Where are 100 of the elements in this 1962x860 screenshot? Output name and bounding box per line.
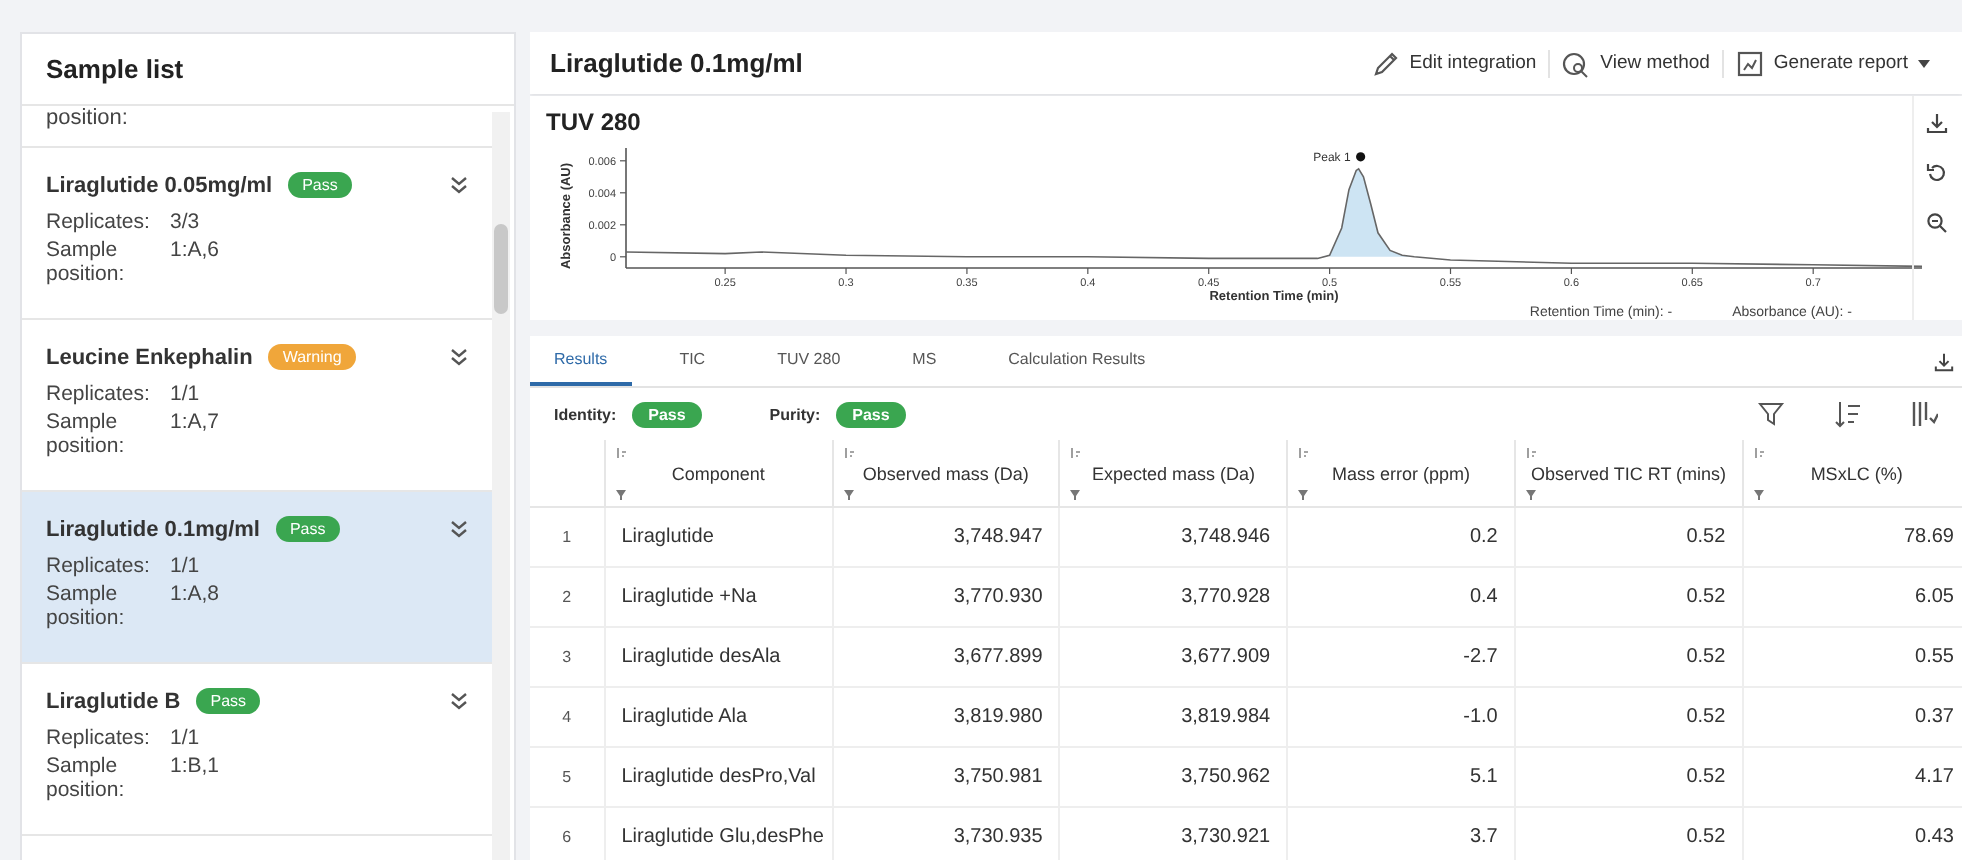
table-cell: 3,748.946	[1181, 526, 1271, 548]
table-cell: Liraglutide desAla	[621, 646, 781, 668]
chart-title: TUV 280	[546, 108, 643, 136]
filter-icon[interactable]	[615, 490, 626, 500]
double-chevron-icon[interactable]	[450, 176, 468, 194]
table-cell: Liraglutide Ala	[621, 706, 748, 728]
sample-title: Liraglutide 0.1mg/ml	[550, 48, 805, 78]
table-cell: 3,677.909	[1181, 646, 1271, 668]
double-chevron-icon[interactable]	[450, 348, 468, 366]
table-cell: -2.7	[1463, 646, 1498, 668]
table-cell: 3,750.962	[1181, 766, 1271, 788]
report-icon	[1735, 49, 1764, 77]
table-cell: 0.37	[1915, 706, 1954, 728]
field-label: Sample position:	[46, 410, 127, 458]
field-value: 1:A,6	[170, 238, 222, 266]
table-cell: 0.52	[1686, 526, 1726, 548]
table-cell: -1.0	[1463, 706, 1498, 728]
column-header[interactable]: MSxLC (%)	[1810, 463, 1903, 483]
status-badge: Pass	[196, 688, 261, 714]
row-number: 5	[562, 768, 572, 786]
status-badge: Warning	[268, 344, 356, 370]
sample-name: Leucine Enkephalin	[46, 345, 253, 369]
field-value: 1:A,8	[170, 582, 222, 610]
table-cell: Liraglutide +Na	[621, 586, 757, 608]
column-header[interactable]: Observed mass (Da)	[862, 463, 1029, 483]
sample-card[interactable]: Liraglutide 0.1mg/ml Pass Replicates: 1/1 Sample position: 1:A,8	[22, 492, 492, 664]
field-value: 1/1	[170, 554, 202, 578]
field-value: 1/1	[170, 382, 202, 406]
table-cell: Liraglutide	[621, 526, 714, 548]
tab[interactable]: TIC	[655, 336, 730, 386]
filter-icon[interactable]	[1298, 490, 1309, 500]
field-label: Replicates:	[46, 554, 146, 578]
panel-title: Sample list	[22, 34, 514, 106]
download-icon[interactable]	[1934, 351, 1954, 371]
field-value: 1:B,1	[170, 754, 222, 782]
sample-name: Liraglutide 0.1mg/ml	[46, 517, 260, 541]
status-badge: Pass	[836, 401, 906, 427]
table-cell: 78.69	[1903, 526, 1954, 548]
table-cell: 3,750.981	[953, 766, 1043, 788]
field-label: position:	[46, 106, 128, 130]
column-header[interactable]: Observed TIC RT (mins)	[1531, 463, 1727, 483]
table-cell: 0.55	[1915, 646, 1954, 668]
table-cell: 0.52	[1686, 646, 1726, 668]
column-header[interactable]: Mass error (ppm)	[1331, 463, 1470, 483]
row-number: 3	[562, 648, 572, 666]
tab[interactable]: MS	[888, 336, 961, 386]
field-label: Sample position:	[46, 754, 127, 802]
status-badge: Pass	[288, 172, 352, 198]
table-cell: 0.43	[1915, 826, 1954, 848]
field-label: Sample position:	[46, 582, 127, 630]
field-label: Sample position:	[46, 238, 127, 286]
row-number: 1	[562, 528, 572, 546]
status-badge: Pass	[632, 401, 702, 427]
row-number: 4	[562, 708, 572, 726]
tab[interactable]: Results	[530, 336, 632, 386]
table-cell: 0.52	[1686, 766, 1726, 788]
filter-icon[interactable]	[1753, 490, 1764, 500]
table-cell: 0.2	[1469, 526, 1498, 548]
toolbar-button[interactable]: View method	[1548, 49, 1722, 77]
table-cell: 4.17	[1915, 766, 1954, 788]
field-label: Replicates:	[46, 726, 146, 750]
field-value: 3/3	[170, 210, 202, 234]
table-cell: 0.52	[1686, 586, 1726, 608]
table-cell: 3,748.947	[953, 526, 1043, 548]
scrollbar[interactable]	[492, 112, 510, 860]
tab[interactable]: Calculation Results	[984, 336, 1170, 386]
field-label: Replicates:	[46, 210, 146, 234]
table-cell: 3,730.921	[1181, 826, 1271, 848]
tab[interactable]: TUV 280	[753, 336, 865, 386]
table-cell: 0.4	[1469, 586, 1498, 608]
columns-icon[interactable]	[1910, 400, 1938, 428]
sort-icon[interactable]	[1834, 400, 1862, 428]
row-number: 2	[562, 588, 572, 606]
filter-icon[interactable]	[1525, 490, 1536, 500]
table-cell: Liraglutide Glu,desPhe	[621, 826, 824, 848]
table-cell: 0.52	[1686, 706, 1726, 728]
y-axis	[619, 147, 627, 269]
double-chevron-icon[interactable]	[450, 520, 468, 538]
download-icon[interactable]	[1926, 112, 1948, 134]
filter-icon[interactable]	[1070, 490, 1081, 500]
table-cell: 3,770.930	[953, 586, 1043, 608]
table-cell: 3.7	[1469, 826, 1498, 848]
filter-icon[interactable]	[843, 490, 854, 500]
double-chevron-icon[interactable]	[450, 692, 468, 710]
reset-icon[interactable]	[1926, 162, 1948, 184]
table-cell: 3,730.935	[953, 826, 1043, 848]
summary-label: Identity:	[554, 405, 617, 423]
table-cell: 3,819.980	[953, 706, 1043, 728]
caret-icon	[1918, 59, 1930, 67]
field-value: 1:A,7	[170, 410, 222, 438]
filter-icon[interactable]	[1758, 400, 1786, 428]
table-cell: 6.05	[1915, 586, 1954, 608]
field-value: 1/1	[170, 726, 202, 750]
toolbar-button[interactable]: Edit integration	[1359, 49, 1549, 77]
column-header[interactable]: Expected mass (Da)	[1091, 463, 1255, 483]
table-cell: 3,770.928	[1181, 586, 1271, 608]
table-cell: 3,677.899	[953, 646, 1043, 668]
zoom-icon[interactable]	[1926, 212, 1948, 234]
column-header[interactable]: Component	[671, 463, 765, 483]
toolbar-button[interactable]: Generate report	[1721, 49, 1942, 77]
